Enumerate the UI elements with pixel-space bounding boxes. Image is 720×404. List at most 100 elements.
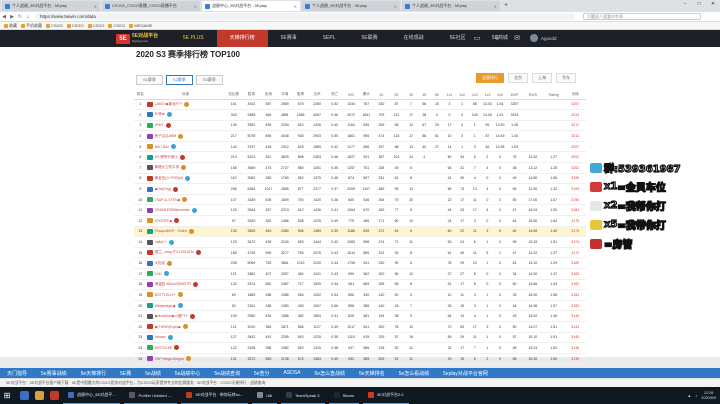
player-cell[interactable]: vFtbT xyxy=(146,120,225,132)
seo-link[interactable]: 5E赛 xyxy=(113,370,138,377)
season-tab[interactable]: S3赛季 xyxy=(195,75,223,85)
player-cell[interactable]: 7SAP-&-STEV◆ xyxy=(146,194,225,206)
player-name[interactable]: 西子瓜瓜ABM xyxy=(155,134,177,139)
player-cell[interactable]: 黄金伍(小·FSS)(d) xyxy=(146,173,225,185)
column-header[interactable]: 死亡 xyxy=(325,91,344,100)
network-icon[interactable]: ▲ xyxy=(688,394,692,398)
new-tab-button[interactable]: + xyxy=(500,1,512,12)
player-cell[interactable]: BOTTLELIX+ xyxy=(146,289,225,301)
maximize-icon[interactable]: □ xyxy=(692,0,706,9)
column-header[interactable]: 2K xyxy=(388,91,405,100)
player-cell[interactable]: ◆Dai(Yng) xyxy=(146,183,225,195)
table-row[interactable]: 22 ◆(TWHD)Eyes◆ 121 3010 384 1871 566 1127 0.49 1… xyxy=(134,321,586,333)
table-row[interactable]: 6 HY-荣誉分骑士 214 5313 811 3829 898 2453 0.46 1827 92… xyxy=(134,151,586,164)
clock[interactable]: 12:26 2020/8/9 xyxy=(701,391,716,401)
player-cell[interactable]: KOOOFF◆ xyxy=(146,215,225,227)
player-name[interactable]: 顺兰—IespJTV-1001ATM xyxy=(155,250,194,255)
column-header[interactable]: 1v5 xyxy=(493,91,507,100)
region-tab[interactable]: 上海 xyxy=(532,73,552,83)
player-cell[interactable]: CRAMLESRAlexander xyxy=(146,204,225,217)
column-header[interactable]: MVP xyxy=(506,91,523,100)
table-row[interactable]: 5 BAC-BAI 142 3797 418 2312 625 1589 0.42 1177 696… xyxy=(134,141,586,153)
bookmark-item[interactable]: CSGO xyxy=(66,23,84,28)
tab-close-icon[interactable]: ✕ xyxy=(94,4,97,9)
tab-close-icon[interactable]: ✕ xyxy=(294,4,297,9)
browser-tab[interactable]: 个人战绩_5E对战平台 - 5Eplay ✕ xyxy=(302,1,400,11)
column-header[interactable]: 排名 xyxy=(134,91,147,100)
seo-link[interactable]: 5e赛事战绩 xyxy=(34,370,74,377)
seo-link[interactable]: 5e天梯排名 xyxy=(352,370,392,377)
column-header[interactable]: 平局 xyxy=(276,91,294,100)
nav-item[interactable]: 5E联赛 xyxy=(349,30,391,47)
bookmark-item[interactable]: 手机收藏 xyxy=(21,23,42,29)
seo-link[interactable]: 5e战绩 xyxy=(138,370,168,377)
player-cell[interactable]: HY-荣誉分骑士 xyxy=(146,151,225,164)
table-row[interactable]: 14 Valky++ 123 3472 439 2240 693 1444 0.42 1083 59… xyxy=(134,236,586,248)
table-row[interactable]: 1 LAKEV◆秦龙FTY 161 4922 587 2569 675 2260 0.52 133… xyxy=(134,99,586,111)
player-cell[interactable]: BOTOV-5E xyxy=(146,342,225,354)
column-header[interactable]: RWS xyxy=(522,91,543,100)
player-cell[interactable]: 大坦克 xyxy=(146,257,225,269)
seo-link[interactable]: 5e战绩查询 xyxy=(207,370,247,377)
table-row[interactable]: 20 Weekmagic◆ 92 2181 338 1380 439 1097 0.56 558 3… xyxy=(134,300,586,312)
player-name[interactable]: 7SAP-&-STEV◆ xyxy=(155,198,180,202)
player-name[interactable]: KOOOFF◆ xyxy=(155,219,172,223)
home-icon[interactable]: ⌂ xyxy=(24,14,32,20)
table-row[interactable]: 25 ESP-Mega-Dragon 131 3272 563 2135 574 1363 0.… xyxy=(134,353,586,365)
browser-search-input[interactable]: 大疆关八说要对冬季 xyxy=(583,13,701,20)
table-row[interactable]: 21 ◆Montieve◆火猎FTY 100 2550 434 1586 462 1554 0.… xyxy=(134,310,586,322)
folder-pin-icon[interactable] xyxy=(35,391,44,400)
player-cell[interactable]: 滑溜鼠 ARuo2S6MSTR xyxy=(146,279,225,291)
browser-tab[interactable]: CS:GO_CSGO直播_CSGO直播平台 ✕ xyxy=(102,1,200,11)
player-cell[interactable]: BAC-BAI xyxy=(146,141,225,153)
user-menu[interactable]: Agoodd xyxy=(530,34,557,42)
taskbar-app[interactable]: TeamSpeak 3 xyxy=(281,387,325,404)
column-header[interactable]: 天梯 xyxy=(564,91,586,100)
player-name[interactable]: HY-荣誉分骑士 xyxy=(155,155,178,160)
nav-item[interactable]: 在线观战 xyxy=(391,30,437,47)
region-tab[interactable]: 华东 xyxy=(556,73,576,83)
table-row[interactable]: 12 KOOOFF◆ 97 2520 362 1486 538 1225 0.49 775 465 1… xyxy=(134,215,586,227)
taskbar-app[interactable]: 战绩中心_5E对战平... xyxy=(63,387,121,404)
taskbar-app[interactable]: Steam xyxy=(328,387,360,404)
table-row[interactable]: 15 顺兰—IespJTV-1001ATM 185 4790 599 3277 756 207… xyxy=(134,247,586,259)
table-row[interactable]: 11 CRAMLESRAlexander 129 3544 457 2213 612 1436… xyxy=(134,204,586,217)
player-name[interactable]: BOTTLELIX+ xyxy=(155,293,176,297)
table-row[interactable]: 2 叶菲sir 343 9485 964 4881 1666 4057 0.46 2072 1691… xyxy=(134,109,586,121)
player-cell[interactable]: PeaquuMVP · Online xyxy=(146,226,225,238)
tab-close-icon[interactable]: ✕ xyxy=(194,4,197,9)
bookmark-item[interactable]: CSGO xyxy=(108,23,125,28)
player-name[interactable]: ◆Montieve◆火猎FTY xyxy=(155,314,188,319)
column-header[interactable]: 1K xyxy=(373,91,389,100)
player-cell[interactable]: Weekmagic◆ xyxy=(146,300,225,312)
player-name[interactable]: ◆(TWHD)Eyes◆ xyxy=(155,325,181,329)
bookmark-item[interactable]: CSGO xyxy=(46,23,63,28)
browser-pin-icon[interactable] xyxy=(20,391,29,400)
player-cell[interactable]: ◆Montieve◆火猎FTY xyxy=(146,310,225,322)
table-row[interactable]: 16 大坦克 208 5099 753 3861 1019 2240 0.44 1796 941 33… xyxy=(134,257,586,269)
player-name[interactable]: BOTOV-5E xyxy=(155,346,172,350)
nav-item[interactable]: 天梯排行榜 xyxy=(216,30,268,47)
column-header[interactable]: 击杀 xyxy=(308,91,326,100)
player-name[interactable]: Weekmagic◆ xyxy=(155,304,176,308)
seo-link[interactable]: 5eplay对战平台官网 xyxy=(436,370,495,377)
seo-link[interactable]: 5e查分 xyxy=(247,370,277,377)
app-pin-icon[interactable] xyxy=(50,391,59,400)
player-name[interactable]: Valky++ xyxy=(155,240,167,244)
table-row[interactable]: 19 BOTTLELIX+ 69 1869 268 1085 264 1002 0.54 556 3… xyxy=(134,289,586,301)
browser-tab[interactable]: 个人战绩_5E对战平台 - 5Eplay ✕ xyxy=(2,1,100,11)
taskbar-app[interactable]: 5E对战平台 · 带你玩转sc... xyxy=(181,387,249,404)
column-header[interactable]: 1v1 xyxy=(443,91,456,100)
volume-icon[interactable]: ♪ xyxy=(695,394,697,398)
nav-item[interactable]: 5E赛事 xyxy=(268,30,310,47)
table-row[interactable]: 9 ◆Dai(Yng) 256 6284 1017 4565 877 2377 0.37 2205… xyxy=(134,183,586,195)
column-header[interactable]: 胜场 xyxy=(242,91,261,100)
minimize-icon[interactable]: – xyxy=(678,0,692,9)
column-header[interactable]: Rating xyxy=(542,91,565,100)
player-cell[interactable]: 奉猎大卫吃牛排 xyxy=(146,162,225,174)
seo-link[interactable]: 天门指导 xyxy=(0,370,34,377)
table-row[interactable]: 8 黄金伍(小·FSS)(d) 110 3062 280 1769 552 1375 0.45 8… xyxy=(134,173,586,185)
player-name[interactable]: ◆Dai(Yng) xyxy=(155,187,172,191)
player-name[interactable]: BAC-BAI xyxy=(155,145,169,149)
player-name[interactable]: 大坦克 xyxy=(155,261,166,266)
